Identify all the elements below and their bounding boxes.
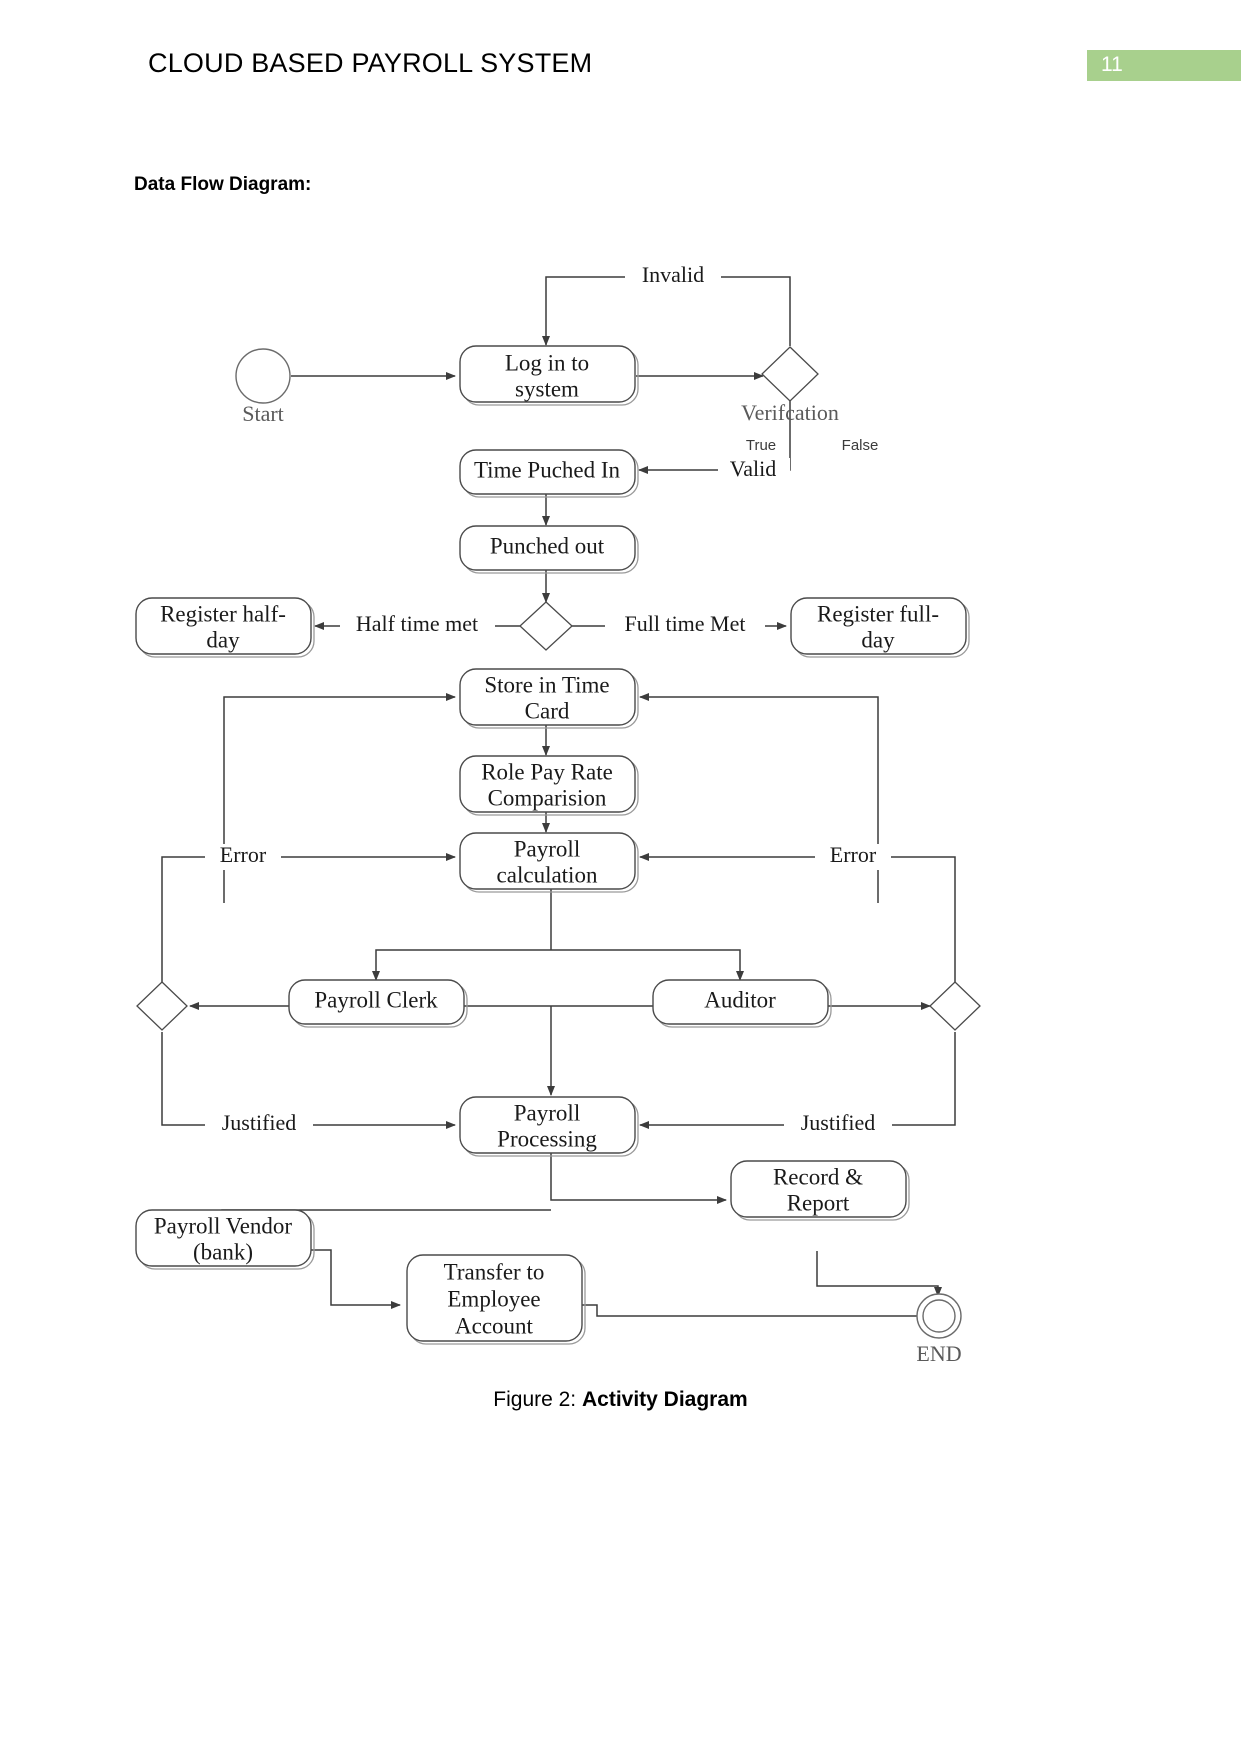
auditor-decision-node (929, 981, 981, 1031)
login-node-label-line1: Log in to (505, 350, 589, 375)
edge-right-error-loop (639, 853, 956, 982)
half-time-met-label: Half time met (356, 611, 478, 636)
figure-caption-prefix: Figure 2: (493, 1388, 582, 1411)
verification-decision-node (761, 346, 819, 402)
edge-full-day-to-store (639, 693, 879, 903)
document-header: CLOUD BASED PAYROLL SYSTEM (0, 48, 1241, 88)
edge-left-justified (161, 1032, 456, 1129)
register-half-day-label-line2: day (206, 627, 240, 652)
invalid-edge-label: Invalid (642, 262, 704, 287)
edge-transfer-to-end (579, 1304, 931, 1320)
verification-decision-label: Verifcation (741, 400, 839, 425)
payroll-clerk-label: Payroll Clerk (314, 987, 438, 1012)
error-left-label: Error (220, 842, 267, 867)
role-pay-rate-label-line1: Role Pay Rate (481, 759, 613, 784)
register-full-day-label-line1: Register full- (817, 601, 939, 626)
edge-vendor-to-transfer (311, 1249, 401, 1309)
payroll-processing-label-line2: Processing (497, 1126, 597, 1151)
store-time-card-label-line2: Card (525, 698, 570, 723)
edge-fork-to-payroll-clerk (372, 949, 551, 981)
full-time-met-label: Full time Met (625, 611, 746, 636)
auditor-label: Auditor (704, 987, 776, 1012)
justified-left-label: Justified (222, 1110, 297, 1135)
role-pay-rate-label-line2: Comparision (488, 785, 607, 810)
login-node-label-line2: system (515, 376, 579, 401)
transfer-label-line3: Account (455, 1313, 534, 1338)
section-heading-data-flow-diagram: Data Flow Diagram: (134, 174, 312, 195)
error-right-label: Error (830, 842, 877, 867)
valid-edge-label: Valid (730, 456, 776, 481)
register-half-day-label-line1: Register half- (160, 601, 286, 626)
payroll-calculation-label-line1: Payroll (514, 836, 580, 861)
start-node (235, 348, 291, 404)
edge-right-justified (639, 1032, 956, 1129)
transfer-label-line2: Employee (447, 1286, 540, 1311)
store-time-card-label-line1: Store in Time (484, 672, 609, 697)
verification-true-label: True (746, 437, 776, 454)
punched-out-label: Punched out (490, 533, 605, 558)
edge-processing-to-record-report (550, 1153, 727, 1204)
verification-false-label: False (842, 437, 879, 454)
payroll-calculation-label-line2: calculation (497, 862, 598, 887)
justified-right-label: Justified (801, 1110, 876, 1135)
transfer-label-line1: Transfer to (444, 1259, 545, 1284)
register-full-day-label-line2: day (861, 627, 895, 652)
edge-record-report-to-end (816, 1251, 942, 1297)
payroll-processing-label-line1: Payroll (514, 1100, 580, 1125)
start-node-label: Start (242, 401, 284, 426)
edge-fork-to-auditor (551, 949, 744, 981)
end-node-label: END (916, 1341, 961, 1366)
payroll-vendor-label-line2: (bank) (193, 1239, 253, 1264)
figure-caption-title: Activity Diagram (581, 1388, 748, 1411)
document-page: CLOUD BASED PAYROLL SYSTEM 11 Data Flow … (0, 0, 1241, 1754)
page-number-badge: 11 (1087, 50, 1241, 81)
end-node-inner (922, 1299, 956, 1333)
time-met-decision-node (519, 601, 573, 651)
clerk-decision-node (136, 981, 188, 1031)
figure-caption: Figure 2: Activity Diagram (0, 1388, 1241, 1412)
record-report-label-line2: Report (787, 1190, 850, 1215)
activity-diagram-svg: Start Log in to system Verifcation True … (135, 262, 981, 1366)
page-title: CLOUD BASED PAYROLL SYSTEM (148, 48, 593, 78)
time-punched-in-label: Time Puched In (474, 457, 621, 482)
page-number-value: 11 (1101, 53, 1123, 76)
record-report-label-line1: Record & (773, 1164, 863, 1189)
edge-left-error-loop (161, 853, 456, 982)
payroll-vendor-label-line1: Payroll Vendor (154, 1213, 293, 1238)
edge-half-day-to-store (223, 693, 456, 903)
activity-diagram: Start Log in to system Verifcation True … (0, 250, 1241, 1380)
